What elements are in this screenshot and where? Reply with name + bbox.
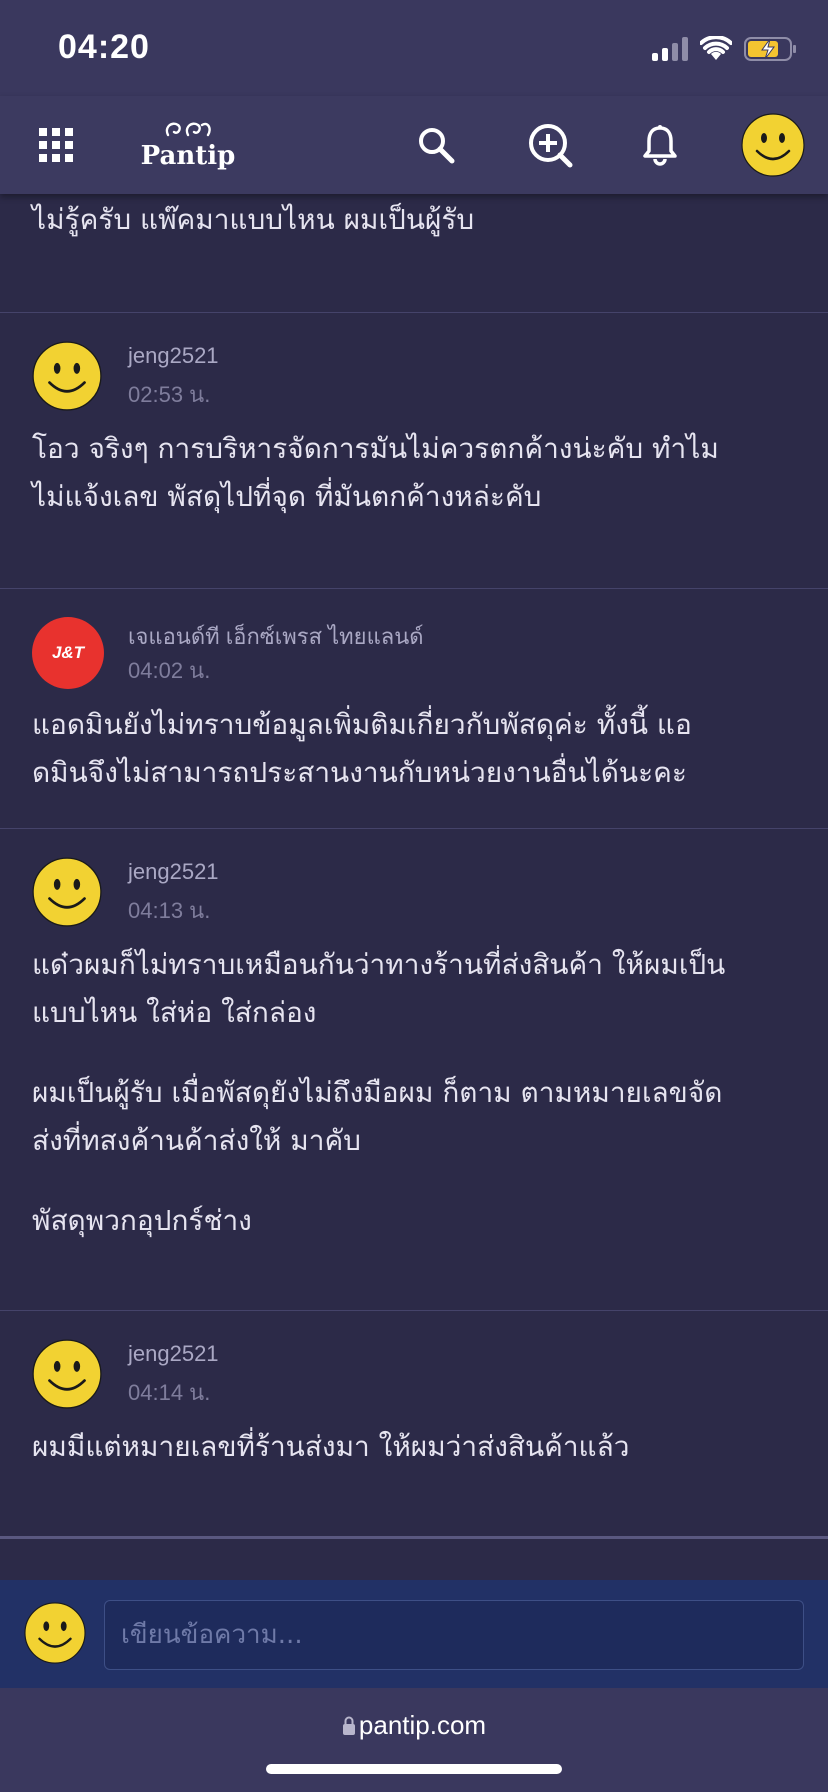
comment-line: โอว จริงๆ การบริหารจัดการมันไม่ควรตกค้าง… [32, 432, 719, 465]
comment-time: 02:53 น. [128, 382, 211, 407]
search-button[interactable] [410, 96, 462, 194]
smiley-avatar-icon [24, 1602, 86, 1664]
comment-line: ผมเป็นผู้รับ เมื่อพัสดุยังไม่ถึงมือผม ก็… [32, 1076, 723, 1109]
comment-item: J&T เจแอนด์ที เอ็กซ์เพรส ไทยแลนด์ 04:02 … [0, 588, 828, 828]
comment-body: แด๋วผมก็ไม่ทราบเหมือนกันว่าทางร้านที่ส่ง… [0, 941, 828, 1245]
smiley-avatar-icon[interactable] [32, 341, 102, 411]
comment-time: 04:02 น. [128, 658, 211, 683]
partial-comment-text: ไม่รู้ครับ แพ๊คมาแบบไหน ผมเป็นผู้รับ [32, 203, 475, 236]
logo-text: Pantip [140, 141, 236, 171]
comment-time: 04:13 น. [128, 898, 211, 923]
reply-bar: เขียนข้อความ... [0, 1580, 828, 1688]
grid-menu-icon [39, 128, 73, 162]
comment-line: แด๋วผมก็ไม่ทราบเหมือนกันว่าทางร้านที่ส่ง… [32, 948, 726, 981]
comment-feed[interactable]: ไม่รู้ครับ แพ๊คมาแบบไหน ผมเป็นผู้รับ jen… [0, 194, 828, 1538]
comment-body: โอว จริงๆ การบริหารจัดการมันไม่ควรตกค้าง… [0, 425, 828, 521]
comment-body: ผมมีแต่หมายเลขที่ร้านส่งมา ให้ผมว่าส่งสิ… [0, 1423, 828, 1471]
lock-icon [342, 1716, 355, 1735]
profile-avatar-button[interactable] [738, 96, 808, 194]
top-navigation-bar: Pantip [0, 96, 828, 194]
bell-icon [643, 125, 677, 166]
smiley-avatar-icon[interactable] [32, 857, 102, 927]
comment-author[interactable]: jeng2521 [128, 343, 219, 369]
comment-author[interactable]: jeng2521 [128, 1341, 219, 1367]
smiley-avatar-icon [741, 113, 805, 177]
jt-logo-text: J&T [51, 643, 85, 662]
grid-menu-button[interactable] [28, 96, 84, 194]
comment-item: jeng2521 02:53 น. โอว จริงๆ การบริหารจัด… [0, 312, 828, 588]
notifications-button[interactable] [634, 96, 686, 194]
pantip-logo[interactable]: Pantip [138, 96, 238, 194]
url-text: pantip.com [358, 1710, 487, 1740]
status-time: 04:20 [58, 28, 150, 66]
comment-line: พัสดุพวกอุปกร์ช่าง [32, 1204, 252, 1237]
comment-item: jeng2521 04:13 น. แด๋วผมก็ไม่ทราบเหมือนก… [0, 828, 828, 1310]
url-display[interactable]: pantip.com [0, 1710, 828, 1741]
search-icon [419, 128, 455, 164]
status-icons [652, 34, 798, 64]
status-bar: 04:20 [0, 0, 828, 96]
comment-author[interactable]: jeng2521 [128, 859, 219, 885]
comment-line: ผมมีแต่หมายเลขที่ร้านส่งมา ให้ผมว่าส่งสิ… [32, 1430, 630, 1463]
smiley-avatar-icon[interactable] [32, 1339, 102, 1409]
comment-line: ดมินจึงไม่สามารถประสานงานกับหน่วยงานอื่น… [32, 756, 687, 789]
battery-charging-icon [744, 37, 796, 61]
reply-input[interactable]: เขียนข้อความ... [104, 1600, 804, 1670]
comment-line: แอดมินยังไม่ทราบข้อมูลเพิ่มติมเกี่ยวกับพ… [32, 708, 692, 741]
comment-author[interactable]: เจแอนด์ที เอ็กซ์เพรส ไทยแลนด์ [128, 619, 424, 654]
comment-item: jeng2521 04:14 น. ผมมีแต่หมายเลขที่ร้านส… [0, 1310, 828, 1536]
comment-line: ส่งที่ทสงค้านค้าส่งให้ มาคับ [32, 1124, 361, 1157]
comment-body: แอดมินยังไม่ทราบข้อมูลเพิ่มติมเกี่ยวกับพ… [0, 701, 828, 797]
comment-time: 04:14 น. [128, 1380, 211, 1405]
jt-express-avatar[interactable]: J&T [32, 617, 104, 689]
browser-address-bar: pantip.com [0, 1688, 828, 1792]
comment-line: แบบไหน ใส่ห่อ ใส่กล่อง [32, 996, 317, 1029]
pantip-logo-icon [165, 122, 211, 137]
comment-line: ไม่แจ้งเลข พัสดุไปที่จุด ที่มันตกค้างหล่… [32, 480, 542, 513]
home-indicator[interactable] [266, 1764, 562, 1774]
new-topic-button[interactable] [522, 96, 578, 194]
cellular-signal-icon [652, 37, 688, 61]
wifi-icon [700, 36, 732, 60]
feed-bottom-divider [0, 1536, 828, 1539]
new-topic-icon [529, 124, 573, 168]
